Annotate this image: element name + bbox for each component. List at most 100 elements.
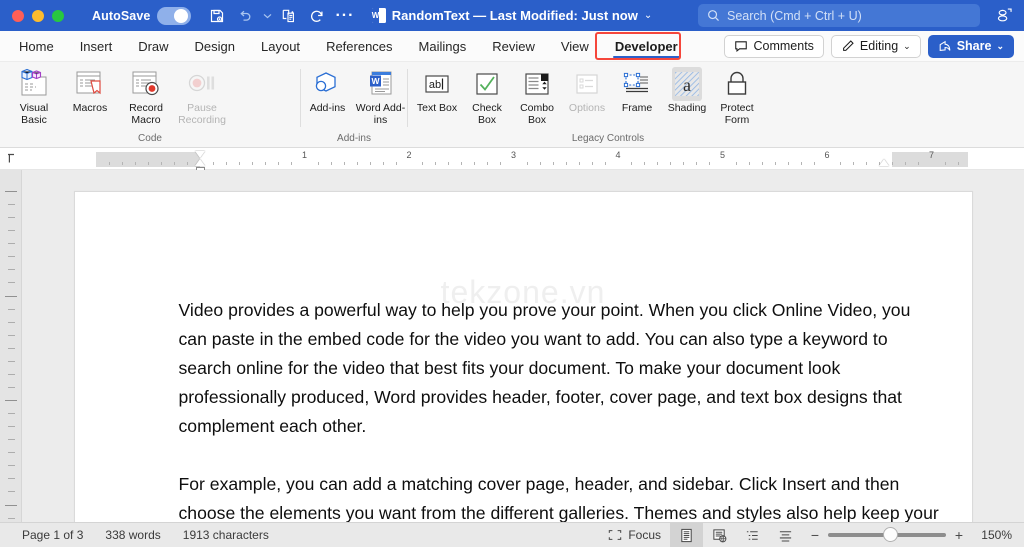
ruler-number: 6	[824, 150, 829, 160]
zoom-out-button[interactable]: −	[810, 527, 820, 543]
vertical-ruler-tick	[8, 387, 15, 388]
tab-label: Design	[195, 39, 235, 54]
tab-view[interactable]: View	[548, 31, 602, 61]
document-page[interactable]: tekzone.vn Video provides a powerful way…	[74, 191, 973, 522]
ruler-tick	[814, 162, 815, 165]
macros-button[interactable]: Macros	[62, 66, 118, 115]
share-button[interactable]: Share ⌄	[928, 35, 1014, 58]
tab-draw[interactable]: Draw	[125, 31, 181, 61]
outline-icon	[745, 528, 760, 543]
more-icon[interactable]: ···	[333, 11, 356, 21]
focus-button[interactable]: Focus	[599, 523, 670, 547]
ruler-tick	[148, 162, 149, 165]
draft-view-button[interactable]	[769, 523, 802, 547]
tab-developer[interactable]: Developer	[602, 31, 691, 61]
zoom-slider[interactable]: − +	[802, 527, 972, 543]
chevron-down-icon: ⌄	[996, 41, 1004, 52]
vertical-ruler-tick	[8, 452, 15, 453]
close-window-button[interactable]	[12, 10, 24, 22]
text-box-button[interactable]: ab Text Box	[412, 66, 462, 115]
editing-label: Editing	[860, 39, 898, 53]
ribbon-item-label: Macros	[73, 102, 107, 114]
word-add-ins-button[interactable]: W Word Add-ins	[354, 66, 407, 127]
record-macro-button[interactable]: Record Macro	[118, 66, 174, 127]
autosave-toggle[interactable]	[157, 7, 191, 25]
protect-form-button[interactable]: Protect Form	[712, 66, 762, 127]
search-input[interactable]: Search (Cmd + Ctrl + U)	[698, 4, 980, 27]
check-box-button[interactable]: Check Box	[462, 66, 512, 127]
tab-mailings[interactable]: Mailings	[406, 31, 480, 61]
autosave-control[interactable]: AutoSave	[92, 7, 191, 25]
vertical-ruler-tick	[8, 269, 15, 270]
document-title-chevron-down-icon[interactable]: ⌄	[644, 10, 652, 21]
outline-view-button[interactable]	[736, 523, 769, 547]
vertical-ruler[interactable]	[0, 170, 22, 522]
word-window: AutoSave	[0, 0, 1024, 547]
pause-recording-button[interactable]: Pause Recording	[174, 66, 230, 127]
ruler-tick	[109, 162, 110, 165]
protect-form-icon	[721, 67, 753, 101]
tab-label: Layout	[261, 39, 300, 54]
vertical-ruler-tick	[8, 322, 15, 323]
tab-insert[interactable]: Insert	[67, 31, 126, 61]
undo-dropdown-icon[interactable]	[261, 5, 273, 27]
tab-home[interactable]: Home	[6, 31, 67, 61]
ruler-tick	[801, 162, 802, 165]
vertical-ruler-tick	[8, 217, 15, 218]
right-indent-marker[interactable]	[879, 159, 889, 166]
zoom-in-button[interactable]: +	[954, 527, 964, 543]
zoom-thumb[interactable]	[883, 527, 898, 542]
ruler-tick	[918, 162, 919, 165]
web-layout-view-button[interactable]	[703, 523, 736, 547]
ruler-corner-tab-selector[interactable]	[0, 148, 22, 169]
visual-basic-button[interactable]: Visual Basic	[6, 66, 62, 127]
zoom-track[interactable]	[828, 533, 946, 537]
options-icon	[571, 67, 603, 101]
redo-icon[interactable]	[305, 5, 329, 27]
draft-icon	[778, 528, 793, 543]
tab-references[interactable]: References	[313, 31, 405, 61]
focus-icon	[608, 529, 622, 541]
character-count[interactable]: 1913 characters	[183, 528, 269, 542]
comments-label: Comments	[753, 39, 813, 53]
ribbon-group-label: Add-ins	[301, 133, 407, 147]
tab-design[interactable]: Design	[182, 31, 248, 61]
page-indicator[interactable]: Page 1 of 3	[22, 528, 83, 542]
print-layout-view-button[interactable]	[670, 523, 703, 547]
minimize-window-button[interactable]	[32, 10, 44, 22]
save-icon[interactable]	[205, 5, 229, 27]
text-box-icon: ab	[421, 67, 453, 101]
word-count[interactable]: 338 words	[105, 528, 160, 542]
zoom-level[interactable]: 150%	[972, 528, 1012, 542]
frame-button[interactable]: Frame	[612, 66, 662, 115]
tab-layout[interactable]: Layout	[248, 31, 313, 61]
tab-label: Mailings	[419, 39, 467, 54]
horizontal-ruler[interactable]: 1234567	[22, 148, 1024, 169]
vertical-ruler-tick	[5, 505, 17, 506]
tab-review[interactable]: Review	[479, 31, 548, 61]
ruler-tick	[775, 162, 776, 165]
document-body-text[interactable]: Video provides a powerful way to help yo…	[75, 192, 972, 522]
ruler-tick	[762, 162, 763, 165]
shading-button[interactable]: a Shading	[662, 66, 712, 115]
ruler-tick	[383, 162, 384, 165]
combo-box-button[interactable]: Combo Box	[512, 66, 562, 127]
maximize-window-button[interactable]	[52, 10, 64, 22]
svg-text:a: a	[683, 75, 691, 95]
comments-button[interactable]: Comments	[724, 35, 823, 58]
vertical-ruler-tick	[5, 400, 17, 401]
add-ins-button[interactable]: Add-ins	[301, 66, 354, 115]
options-button[interactable]: Options	[562, 66, 612, 115]
collaborators-icon[interactable]	[995, 6, 1014, 30]
hanging-indent-marker[interactable]	[195, 159, 205, 166]
first-line-indent-marker[interactable]	[195, 151, 205, 158]
document-canvas[interactable]: tekzone.vn Video provides a powerful way…	[22, 170, 1024, 522]
ruler-tick	[657, 162, 658, 165]
ribbon-group-add-ins: Add-ins W Word Add-ins Add-i	[301, 62, 407, 147]
editing-mode-button[interactable]: Editing ⌄	[831, 35, 921, 58]
undo-icon[interactable]	[233, 5, 257, 27]
ribbon-item-label: Shading	[668, 102, 707, 114]
macros-icon	[73, 67, 107, 101]
format-painter-icon[interactable]	[277, 5, 301, 27]
tab-label: References	[326, 39, 392, 54]
